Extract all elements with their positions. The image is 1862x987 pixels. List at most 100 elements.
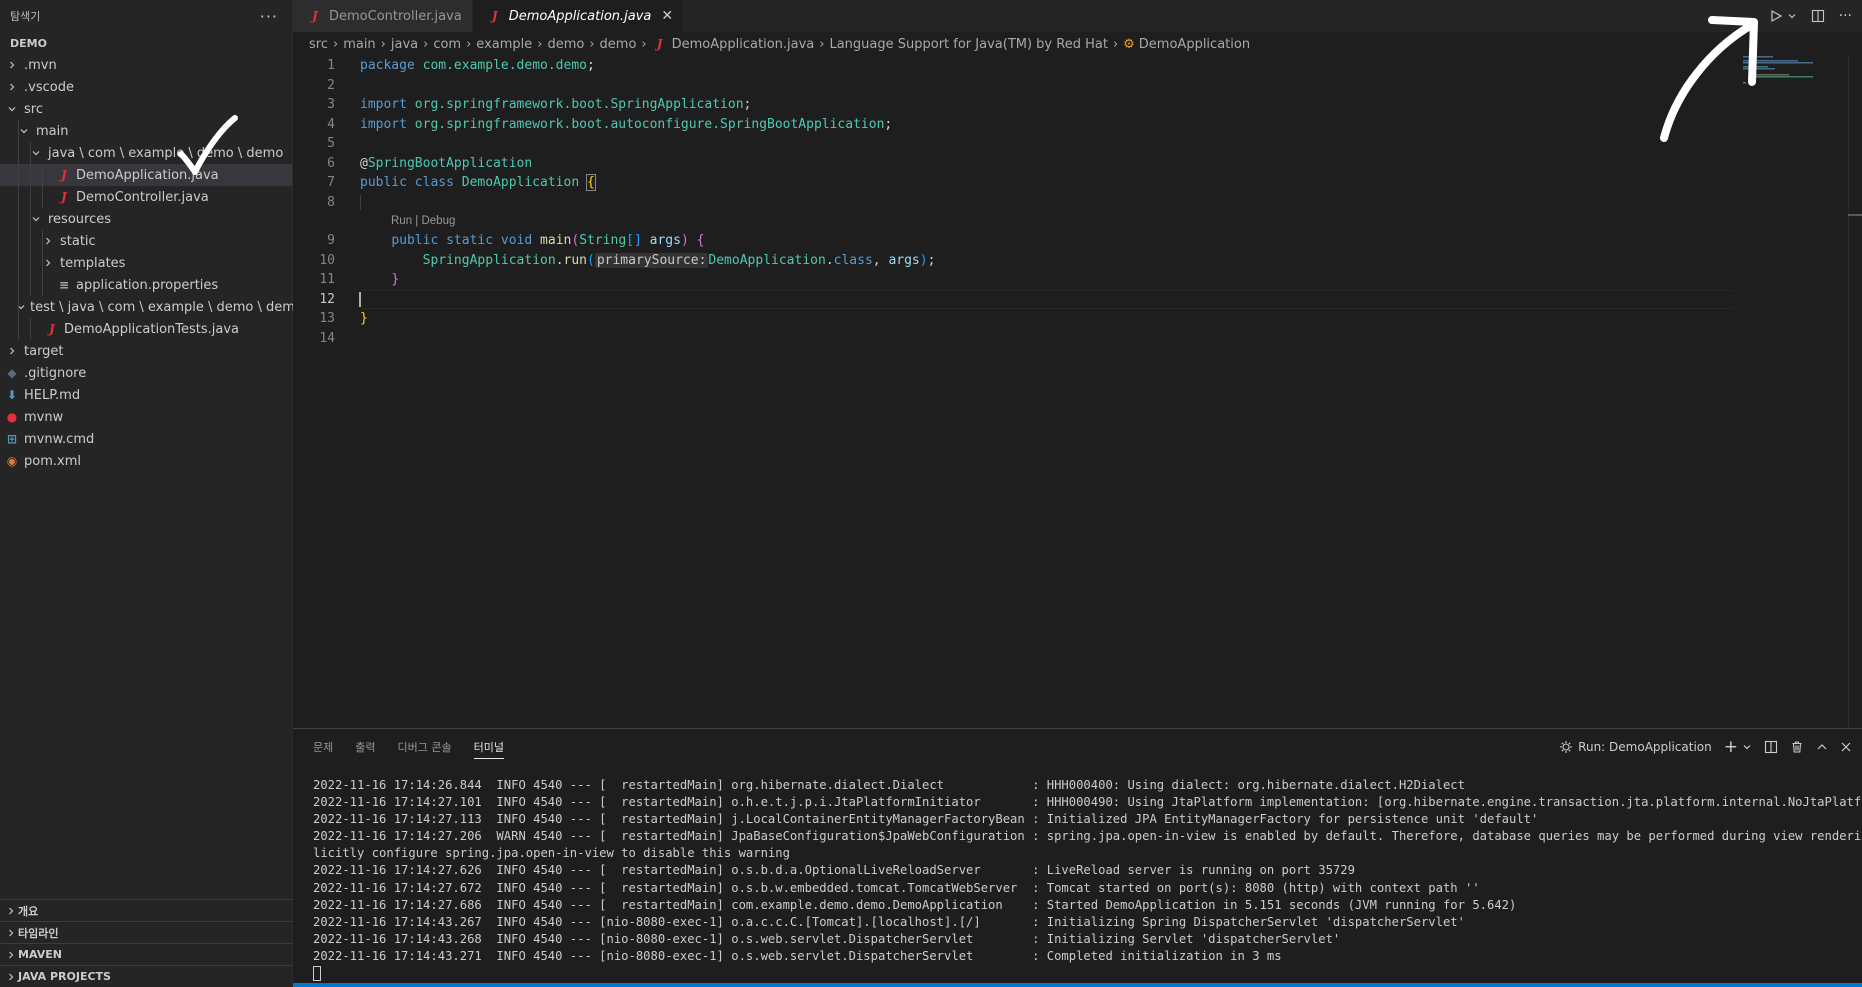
breadcrumb-item[interactable]: com — [433, 37, 461, 52]
tab-label: DemoApplication.java — [508, 8, 652, 24]
tree-item[interactable]: templates — [0, 252, 292, 274]
tree-item[interactable]: .vscode — [0, 76, 292, 98]
split-editor-icon[interactable] — [1811, 9, 1825, 23]
tree-item[interactable]: static — [0, 230, 292, 252]
tree-item[interactable]: ◆ .gitignore — [0, 362, 292, 384]
tree-item[interactable]: java \ com \ example \ demo \ demo — [0, 142, 292, 164]
terminal-output[interactable]: 2022-11-16 17:14:26.844 INFO 4540 --- [ … — [313, 777, 1862, 982]
run-dropdown-chevron-down-icon[interactable] — [1787, 11, 1797, 21]
tab-problems[interactable]: 문제 — [313, 739, 333, 755]
code-editor[interactable]: 1 package com.example.demo.demo; 2 3 impor… — [293, 56, 1862, 728]
tree-item[interactable]: ● mvnw — [0, 406, 292, 428]
chevron-right-icon — [4, 950, 18, 960]
tree-item[interactable]: ◉ pom.xml — [0, 450, 292, 472]
breadcrumb-item[interactable]: java — [391, 37, 418, 52]
chevron-right-icon[interactable] — [4, 82, 20, 92]
codelens[interactable]: Run | Debug — [293, 212, 1862, 231]
play-icon[interactable] — [1769, 9, 1783, 23]
breadcrumb-item[interactable]: example — [476, 37, 532, 52]
sidebar-bottom-sections: 개요 타임라인 MAVEN JAVA PROJECTS — [0, 899, 293, 987]
tree-item[interactable]: ⬇ HELP.md — [0, 384, 292, 406]
terminal-selector[interactable]: Run: DemoApplication — [1559, 740, 1712, 754]
chevron-down-icon[interactable] — [4, 104, 20, 114]
split-terminal-icon[interactable] — [1764, 740, 1778, 754]
breadcrumb-item[interactable]: Language Support for Java(TM) by Red Hat — [829, 37, 1107, 52]
line-number: 9 — [327, 233, 335, 249]
sidebar-section-2[interactable]: MAVEN — [0, 943, 293, 965]
chevron-right-icon — [4, 906, 18, 916]
maven-wrapper-icon: ● — [6, 410, 18, 424]
editor-actions: ··· — [1769, 0, 1852, 32]
code-line-13: 13} — [293, 309, 1862, 329]
chevron-right-icon[interactable] — [4, 346, 20, 356]
trash-icon[interactable] — [1790, 740, 1804, 754]
plus-icon[interactable]: + — [1724, 737, 1738, 757]
line-number: 2 — [327, 77, 335, 93]
tree-item[interactable]: resources — [0, 208, 292, 230]
breadcrumb-item[interactable]: DemoApplication — [1139, 37, 1250, 52]
chevron-up-icon[interactable] — [1816, 741, 1828, 753]
terminal-line: 2022-11-16 17:14:27.206 WARN 4540 --- [ … — [313, 829, 1862, 844]
file-label: mvnw — [24, 409, 64, 425]
file-label: pom.xml — [24, 453, 81, 469]
tree-item[interactable]: main — [0, 120, 292, 142]
breadcrumb-item[interactable]: demo — [547, 37, 584, 52]
folder-label: src — [24, 101, 43, 117]
class-symbol-icon: ⚙ — [1123, 36, 1135, 52]
chevron-down-icon[interactable] — [1742, 742, 1752, 752]
codelens-run-debug[interactable]: Run | Debug — [391, 215, 455, 227]
sidebar-section-1[interactable]: 타임라인 — [0, 921, 293, 943]
code-line-11: 11 } — [293, 270, 1862, 290]
class-ref: DemoApplication — [708, 252, 826, 268]
close-icon[interactable] — [1840, 741, 1852, 753]
file-label: DemoController.java — [76, 189, 209, 205]
terminal-cursor — [313, 966, 321, 982]
breadcrumb-item[interactable]: src — [309, 37, 328, 52]
chevron-right-icon: › — [332, 36, 339, 52]
sidebar-section-3[interactable]: JAVA PROJECTS — [0, 965, 293, 987]
tree-item[interactable]: .mvn — [0, 54, 292, 76]
tree-item[interactable]: test \ java \ com \ example \ demo \ dem… — [0, 296, 303, 318]
import-path: org.springframework.boot.SpringApplicati… — [414, 97, 744, 113]
breadcrumb-item[interactable]: demo — [600, 37, 637, 52]
line-number: 10 — [319, 252, 335, 268]
tree-item[interactable]: ≡ application.properties — [0, 274, 292, 296]
folder-label: target — [24, 343, 64, 359]
tree-item[interactable]: J DemoApplicationTests.java — [0, 318, 292, 340]
git-icon: ◆ — [7, 366, 17, 380]
folder-label: java \ com \ example \ demo \ demo — [48, 145, 284, 161]
explorer-more-icon[interactable]: ··· — [260, 7, 278, 26]
editor-scrollbar[interactable] — [1848, 56, 1862, 728]
tab-debug-console[interactable]: 디버그 콘솔 — [398, 739, 452, 755]
line-number: 6 — [327, 155, 335, 171]
terminal-line: 2022-11-16 17:14:27.626 INFO 4540 --- [ … — [313, 863, 1355, 878]
tab-output[interactable]: 출력 — [355, 739, 375, 755]
chevron-right-icon[interactable] — [4, 60, 20, 70]
tree-item[interactable]: src — [0, 98, 292, 120]
folder-label: templates — [60, 255, 126, 271]
explorer-root-folder[interactable]: DEMO — [0, 32, 292, 54]
line-number: 12 — [319, 291, 335, 307]
tree-item[interactable]: J DemoApplication.java — [0, 164, 292, 186]
breadcrumb-item[interactable]: DemoApplication.java — [672, 37, 815, 52]
code-line-1: 1 package com.example.demo.demo; — [293, 56, 1862, 76]
tab-democontroller[interactable]: J DemoController.java — [293, 0, 473, 32]
markdown-icon: ⬇ — [6, 388, 18, 402]
tree-item[interactable]: target — [0, 340, 292, 362]
package-name: com.example.demo.demo — [422, 58, 587, 74]
tree-item[interactable]: ⊞ mvnw.cmd — [0, 428, 292, 450]
chevron-right-icon: › — [537, 36, 543, 52]
tree-item[interactable]: J DemoController.java — [0, 186, 292, 208]
line-number: 1 — [327, 58, 335, 74]
minimap[interactable] — [1743, 56, 1848, 96]
line-number: 8 — [327, 194, 335, 210]
tab-terminal[interactable]: 터미널 — [473, 739, 504, 759]
breadcrumb-item[interactable]: main — [343, 37, 375, 52]
chevron-right-icon: › — [423, 36, 429, 52]
tab-close-icon[interactable]: ✕ — [661, 8, 673, 24]
tab-demoapplication[interactable]: J DemoApplication.java ✕ — [472, 0, 685, 32]
more-actions-icon[interactable]: ··· — [1839, 8, 1852, 24]
line-number: 5 — [327, 136, 335, 152]
terminal-line: 2022-11-16 17:14:27.686 INFO 4540 --- [ … — [313, 897, 1517, 912]
sidebar-section-0[interactable]: 개요 — [0, 899, 293, 921]
